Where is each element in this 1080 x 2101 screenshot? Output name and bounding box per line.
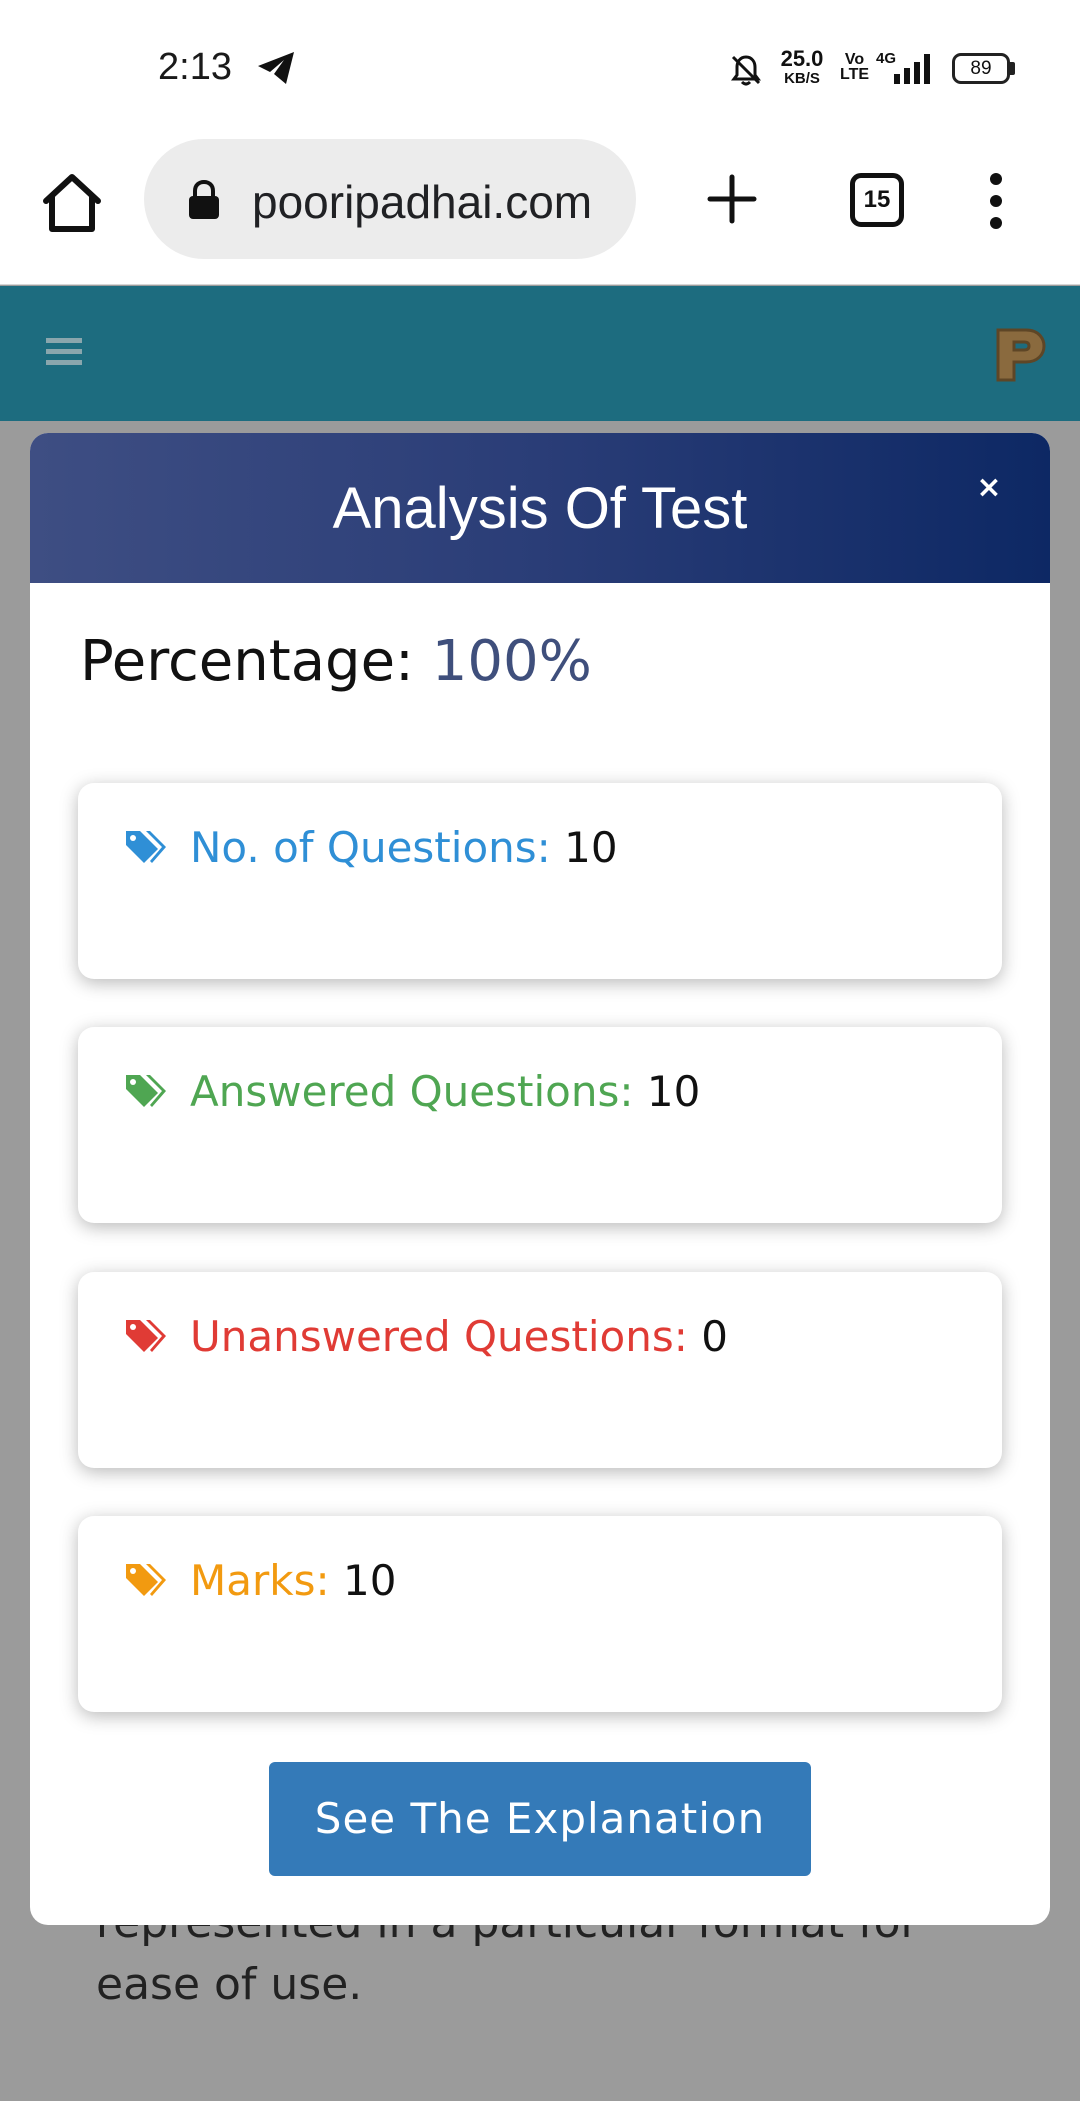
status-time: 2:13 <box>158 46 232 88</box>
site-header <box>0 286 1080 421</box>
analysis-modal: Analysis Of Test × Percentage: 100% No. … <box>30 433 1050 1925</box>
volte-bottom: LTE <box>840 66 870 83</box>
battery-tip <box>1010 62 1015 75</box>
stat-text: Unanswered Questions: 0 <box>190 1312 728 1361</box>
stat-text: No. of Questions: 10 <box>190 823 618 872</box>
percentage-row: Percentage: 100% <box>80 629 592 694</box>
tag-icon <box>126 1320 166 1352</box>
stat-card-unanswered-questions: Unanswered Questions: 0 <box>78 1272 1002 1468</box>
bell-muted-icon <box>731 55 761 86</box>
network-speed-unit: KB/S <box>784 70 820 87</box>
percentage-label: Percentage: <box>80 629 414 694</box>
url-text: pooripadhai.com <box>252 176 593 228</box>
network-speed-value: 25.0 <box>780 46 824 71</box>
close-button[interactable]: × <box>974 473 1004 503</box>
stat-value: 10 <box>564 823 618 872</box>
see-explanation-button[interactable]: See The Explanation <box>269 1762 811 1876</box>
address-bar[interactable]: pooripadhai.com <box>144 139 636 259</box>
stat-card-total-questions: No. of Questions: 10 <box>78 783 1002 979</box>
modal-title: Analysis Of Test <box>332 476 748 541</box>
more-menu-icon[interactable] <box>978 171 1014 231</box>
lock-icon <box>189 179 219 219</box>
stat-label: Unanswered Questions: <box>190 1312 688 1361</box>
stat-label: Answered Questions: <box>190 1067 634 1116</box>
hamburger-menu-icon[interactable] <box>46 336 82 368</box>
telegram-icon <box>258 52 294 84</box>
percentage-value: 100% <box>431 629 592 694</box>
stat-label: No. of Questions: <box>190 823 551 872</box>
home-icon[interactable] <box>38 169 106 237</box>
status-bar: 2:13 25.0 KB/S Vo LTE 4G 89 <box>0 0 1080 135</box>
signal-icon <box>894 54 930 84</box>
stat-value: 0 <box>701 1312 728 1361</box>
site-logo[interactable] <box>986 322 1050 386</box>
modal-header: Analysis Of Test × <box>30 433 1050 583</box>
stat-card-marks: Marks: 10 <box>78 1516 1002 1712</box>
volte-indicator: Vo LTE <box>840 52 870 83</box>
stat-value: 10 <box>342 1556 397 1605</box>
stat-card-answered-questions: Answered Questions: 10 <box>78 1027 1002 1223</box>
battery-indicator: 89 <box>952 53 1010 84</box>
tag-icon <box>126 1075 166 1107</box>
stat-value: 10 <box>646 1067 701 1116</box>
tag-icon <box>126 831 166 863</box>
stat-text: Answered Questions: 10 <box>190 1067 700 1116</box>
browser-toolbar: pooripadhai.com 15 <box>0 135 1080 285</box>
tag-icon <box>126 1564 166 1596</box>
new-tab-icon[interactable] <box>706 173 758 225</box>
tab-switcher-button[interactable]: 15 <box>850 173 904 227</box>
stat-text: Marks: 10 <box>190 1556 396 1605</box>
stat-label: Marks: <box>190 1556 330 1605</box>
network-speed: 25.0 KB/S <box>772 46 832 87</box>
